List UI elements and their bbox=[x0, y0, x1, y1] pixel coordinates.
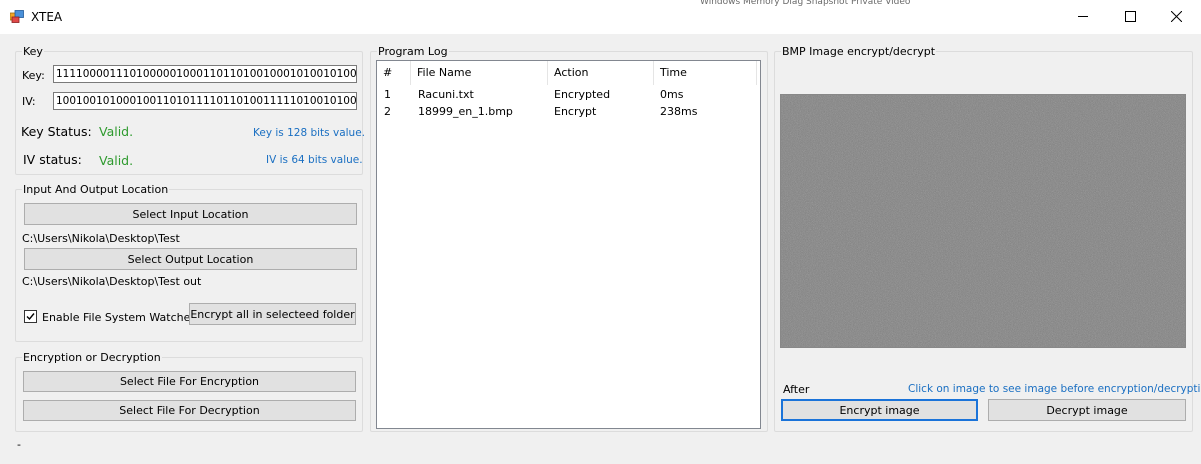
log-cell-num: 1 bbox=[384, 88, 391, 101]
noise-image bbox=[781, 95, 1185, 347]
encrypt-image-button[interactable]: Encrypt image bbox=[781, 399, 978, 421]
output-path: C:\Users\Nikola\Desktop\Test out bbox=[22, 275, 202, 288]
maximize-icon bbox=[1124, 11, 1136, 22]
key-note: Key is 128 bits value. bbox=[253, 127, 366, 139]
select-encrypt-file-button[interactable]: Select File For Encryption bbox=[23, 371, 356, 392]
crypt-group-legend: Encryption or Decryption bbox=[22, 351, 162, 364]
window-title: XTEA bbox=[31, 10, 63, 24]
log-column-num[interactable]: # bbox=[377, 61, 411, 85]
select-output-button[interactable]: Select Output Location bbox=[24, 248, 357, 270]
log-cell-num: 2 bbox=[384, 105, 391, 118]
key-label: Key: bbox=[22, 69, 45, 82]
close-button[interactable] bbox=[1153, 0, 1199, 33]
key-status-label: Key Status: bbox=[21, 124, 92, 139]
image-hint: Click on image to see image before encry… bbox=[908, 383, 1201, 395]
decrypt-image-button[interactable]: Decrypt image bbox=[988, 399, 1186, 421]
log-column-file[interactable]: File Name bbox=[411, 61, 548, 85]
crypt-group: Encryption or Decryption Select File For… bbox=[15, 351, 363, 432]
io-group-legend: Input And Output Location bbox=[22, 183, 170, 196]
key-status-value: Valid. bbox=[99, 124, 134, 139]
encrypted-image-preview[interactable] bbox=[780, 94, 1186, 348]
bmp-group-legend: BMP Image encrypt/decrypt bbox=[781, 45, 937, 58]
iv-status-label: IV status: bbox=[23, 152, 82, 167]
iv-label: IV: bbox=[22, 95, 36, 108]
log-column-time[interactable]: Time bbox=[654, 61, 757, 85]
watcher-label[interactable]: Enable File System Watcher bbox=[42, 311, 195, 324]
log-cell-time: 238ms bbox=[660, 105, 698, 118]
log-column-action[interactable]: Action bbox=[548, 61, 654, 85]
minimize-button[interactable] bbox=[1060, 0, 1106, 33]
log-cell-file: Racuni.txt bbox=[418, 88, 474, 101]
status-text: - bbox=[17, 438, 21, 451]
input-path: C:\Users\Nikola\Desktop\Test bbox=[22, 232, 180, 245]
iv-note: IV is 64 bits value. bbox=[266, 154, 363, 166]
close-icon bbox=[1170, 11, 1182, 22]
title-bar: Windows Memory Diag Snapshot Private Vid… bbox=[0, 0, 1201, 34]
background-apps-text: Windows Memory Diag Snapshot Private Vid… bbox=[700, 0, 911, 6]
io-group: Input And Output Location Select Input L… bbox=[15, 183, 363, 342]
log-header: # File Name Action Time bbox=[377, 61, 760, 85]
log-cell-action: Encrypt bbox=[554, 105, 597, 118]
log-group-legend: Program Log bbox=[377, 45, 449, 58]
checkmark-icon bbox=[26, 313, 35, 321]
iv-status-value: Valid. bbox=[99, 153, 134, 168]
watcher-checkbox[interactable] bbox=[24, 310, 37, 323]
iv-input[interactable]: 1001001010001001101011110110100111110100… bbox=[53, 92, 357, 110]
log-row[interactable]: 1 Racuni.txt Encrypted 0ms bbox=[377, 87, 760, 103]
log-cell-file: 18999_en_1.bmp bbox=[418, 105, 513, 118]
log-cell-action: Encrypted bbox=[554, 88, 611, 101]
maximize-button[interactable] bbox=[1107, 0, 1153, 33]
key-group-legend: Key bbox=[22, 45, 44, 58]
key-input[interactable]: 1111000011101000001000110110100100010100… bbox=[53, 65, 357, 83]
image-state-label: After bbox=[783, 383, 810, 396]
log-row[interactable]: 2 18999_en_1.bmp Encrypt 238ms bbox=[377, 104, 760, 120]
select-decrypt-file-button[interactable]: Select File For Decryption bbox=[23, 400, 356, 421]
select-input-button[interactable]: Select Input Location bbox=[24, 203, 357, 225]
encrypt-all-button[interactable]: Encrypt all in selecteed folder bbox=[189, 303, 356, 325]
log-cell-time: 0ms bbox=[660, 88, 684, 101]
minimize-icon bbox=[1077, 16, 1088, 17]
log-listview[interactable]: # File Name Action Time 1 Racuni.txt Enc… bbox=[376, 60, 761, 429]
app-window-icon bbox=[10, 10, 24, 23]
key-group: Key Key: 1111000011101000001000110110100… bbox=[15, 45, 366, 175]
client-area: Key Key: 1111000011101000001000110110100… bbox=[0, 34, 1201, 464]
